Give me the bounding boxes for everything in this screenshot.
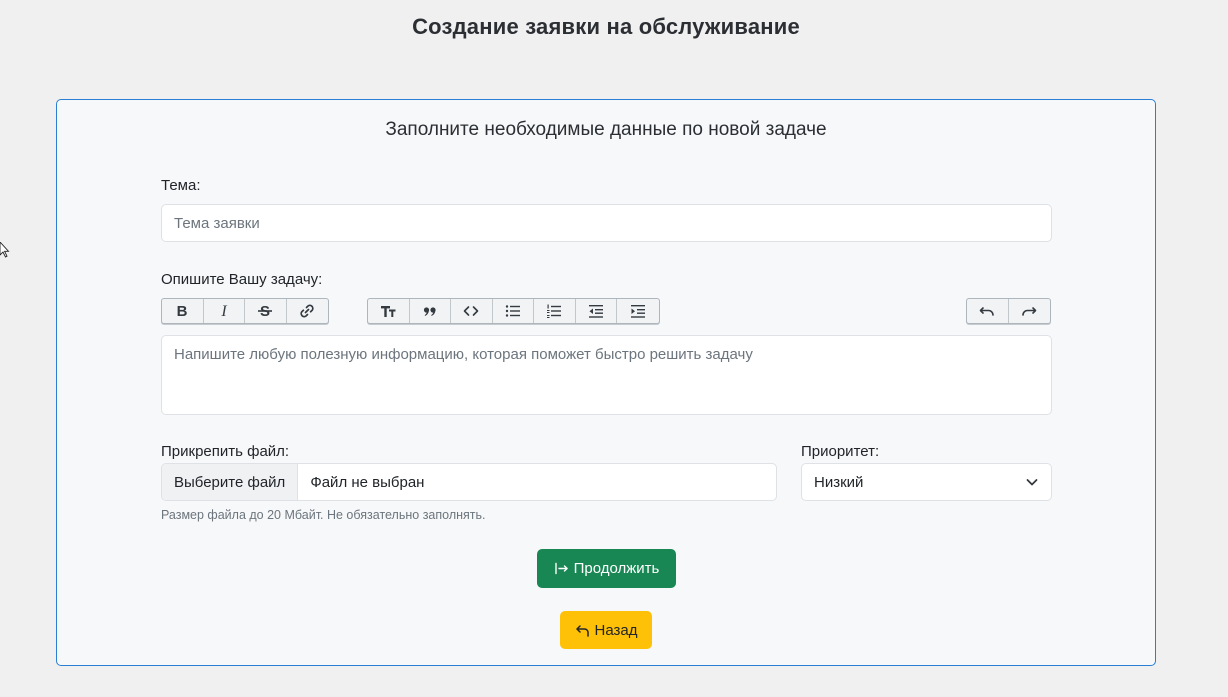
subject-label: Тема:	[161, 177, 201, 194]
numbered-list-icon	[547, 304, 562, 318]
redo-button[interactable]	[1009, 299, 1051, 323]
priority-selected-value: Низкий	[814, 473, 864, 491]
attachment-label: Прикрепить файл:	[161, 443, 290, 460]
login-arrow-icon	[554, 562, 568, 575]
toolbar-block-group	[367, 298, 660, 324]
undo-icon	[979, 307, 995, 316]
priority-select[interactable]: Низкий	[801, 463, 1052, 501]
return-arrow-icon	[575, 624, 589, 637]
continue-button[interactable]: Продолжить	[537, 549, 676, 588]
italic-button[interactable]: I	[204, 299, 245, 323]
file-status: Файл не выбран	[310, 473, 425, 491]
file-size-hint: Размер файла до 20 Мбайт. Не обязательно…	[161, 508, 486, 522]
toolbar-history-group	[966, 298, 1051, 324]
bullet-list-icon	[505, 305, 520, 317]
description-placeholder: Напишите любую полезную информацию, кото…	[174, 346, 753, 363]
toolbar-format-group: B I S	[161, 298, 329, 324]
quote-button[interactable]	[410, 299, 451, 323]
back-button[interactable]: Назад	[560, 611, 652, 649]
link-button[interactable]	[287, 299, 329, 323]
bullet-list-button[interactable]	[493, 299, 534, 323]
redo-icon	[1022, 307, 1037, 316]
outdent-button[interactable]	[576, 299, 617, 323]
svg-text:I: I	[220, 303, 227, 320]
strikethrough-icon: S	[258, 303, 273, 320]
form-heading: Заполните необходимые данные по новой за…	[385, 119, 827, 140]
undo-button[interactable]	[967, 299, 1009, 323]
outdent-icon	[588, 305, 603, 318]
back-button-label: Назад	[594, 621, 638, 639]
svg-text:B: B	[177, 303, 188, 320]
heading-button[interactable]	[368, 299, 410, 323]
choose-file-button[interactable]: Выберите файл	[162, 464, 299, 500]
description-label: Опишите Вашу задачу:	[161, 271, 323, 288]
description-editor[interactable]: Напишите любую полезную информацию, кото…	[161, 335, 1052, 415]
numbered-list-button[interactable]	[534, 299, 576, 323]
code-icon	[463, 306, 479, 316]
bold-icon: B	[177, 303, 188, 320]
request-form-card: Заполните необходимые данные по новой за…	[56, 99, 1156, 666]
file-input[interactable]: Выберите файл Файл не выбран	[161, 463, 777, 501]
continue-button-label: Продолжить	[573, 560, 660, 577]
subject-input[interactable]	[161, 204, 1052, 242]
quote-icon	[423, 307, 436, 316]
heading-icon	[381, 306, 396, 317]
indent-icon	[630, 305, 645, 318]
link-icon	[300, 304, 314, 318]
indent-button[interactable]	[617, 299, 659, 323]
mouse-cursor-icon	[0, 242, 10, 258]
strikethrough-button[interactable]: S	[245, 299, 287, 323]
chevron-down-icon	[1026, 479, 1038, 486]
italic-icon: I	[220, 303, 227, 320]
bold-button[interactable]: B	[162, 299, 204, 323]
priority-label: Приоритет:	[801, 443, 880, 460]
page-title: Создание заявки на обслуживание	[412, 14, 800, 39]
code-button[interactable]	[451, 299, 493, 323]
